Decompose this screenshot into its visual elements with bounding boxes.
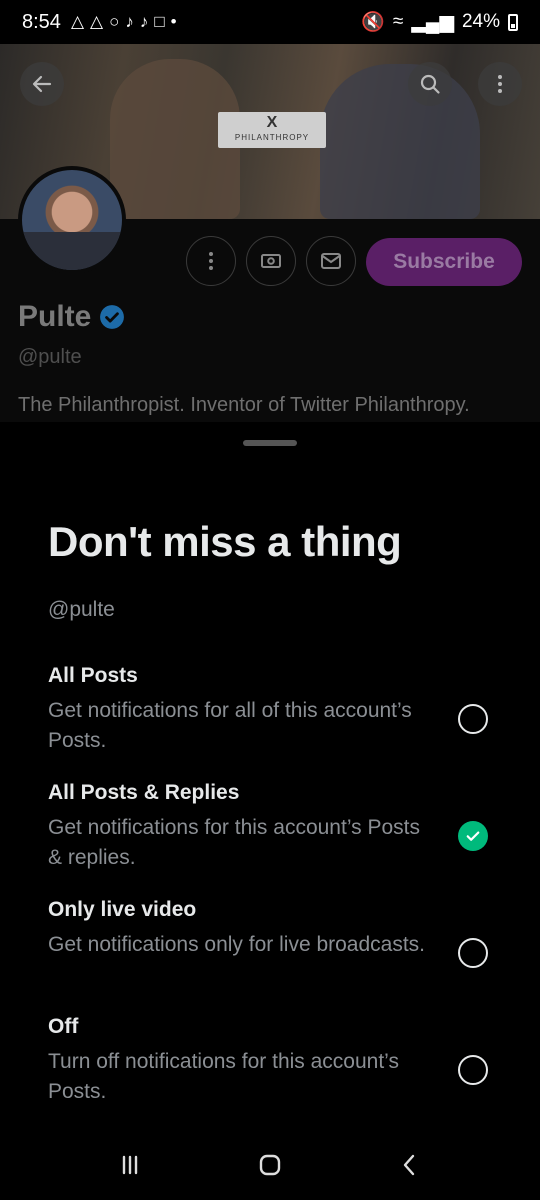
tiktok-icon: ♪ [125,12,134,31]
search-button[interactable] [408,62,452,106]
option-title: Only live video [48,898,197,921]
messenger-icon: ○ [109,12,120,31]
back-arrow-icon [32,75,52,93]
recents-button[interactable] [100,1140,160,1190]
option-all-posts[interactable]: All Posts Get notifications for all of t… [48,662,508,756]
banner-logo-mark: X [266,114,278,131]
sheet-grabber[interactable] [243,440,297,446]
radio-button[interactable] [458,1055,488,1085]
banner-logo-text: PHILANTHROPY [234,133,310,142]
home-icon [259,1154,281,1176]
back-icon [403,1154,415,1176]
money-icon [261,254,281,268]
game-controller-icon: △ [90,12,104,31]
avatar[interactable] [18,166,126,274]
instagram-icon: □ [154,12,165,31]
search-icon [420,74,440,94]
option-all-posts-replies[interactable]: All Posts & Replies Get notifications fo… [48,779,508,873]
mail-icon [321,253,341,269]
mute-icon: 🔇 [361,12,385,33]
dot-icon: • [170,12,177,31]
wifi-icon: ≈ [392,11,404,32]
radio-button-selected[interactable] [458,821,488,851]
sheet-title: Don't miss a thing [48,518,402,565]
more-vertical-icon [498,75,502,93]
more-vertical-icon [209,252,213,270]
profile-background: X PHILANTHROPY Subscribe Pulte @pulte Th… [0,44,540,454]
banner-logo: X PHILANTHROPY [218,112,326,148]
notification-settings-sheet: Don't miss a thing @pulte All Posts Get … [0,422,540,1144]
back-nav-button[interactable] [380,1140,440,1190]
subscribe-button[interactable]: Subscribe [366,238,522,286]
status-right: 🔇 ≈ ▂▄▆ 24% [361,10,518,34]
more-options-button[interactable] [478,62,522,106]
message-button[interactable] [306,236,356,286]
status-bar: 8:54 △ △ ○ ♪ ♪ □ • 🔇 ≈ ▂▄▆ 24% [0,0,540,44]
check-icon [466,831,480,841]
battery-icon [508,13,518,31]
option-description: Turn off notifications for this account’… [48,1050,399,1103]
option-title: All Posts & Replies [48,781,240,804]
recents-icon [122,1155,138,1175]
option-title: Off [48,1015,79,1038]
game-controller-icon: △ [70,12,85,31]
tiktok-icon: ♪ [139,12,149,31]
more-actions-button[interactable] [186,236,236,286]
sheet-handle: @pulte [48,598,115,621]
signal-icon: ▂▄▆ [411,11,454,33]
radio-button[interactable] [458,938,488,968]
back-button[interactable] [20,62,64,106]
system-nav-bar [0,1130,540,1200]
status-time: 8:54 [22,10,61,33]
profile-handle: @pulte [18,346,82,368]
option-off[interactable]: Off Turn off notifications for this acco… [48,1013,508,1107]
verified-icon [100,305,125,329]
option-description: Get notifications for all of this accoun… [48,699,412,752]
home-button[interactable] [240,1140,300,1190]
notification-icons: △ △ ○ ♪ ♪ □ • [71,12,177,32]
option-description: Get notifications for this account’s Pos… [48,816,420,869]
banner-photo-figure [320,64,480,219]
profile-name-row: Pulte [18,300,125,334]
radio-button[interactable] [458,704,488,734]
profile-name: Pulte [18,300,92,333]
option-only-live-video[interactable]: Only live video Get notifications only f… [48,896,508,968]
option-title: All Posts [48,664,138,687]
battery-percent: 24% [461,11,500,32]
tip-button[interactable] [246,236,296,286]
option-description: Get notifications only for live broadcas… [48,933,426,956]
